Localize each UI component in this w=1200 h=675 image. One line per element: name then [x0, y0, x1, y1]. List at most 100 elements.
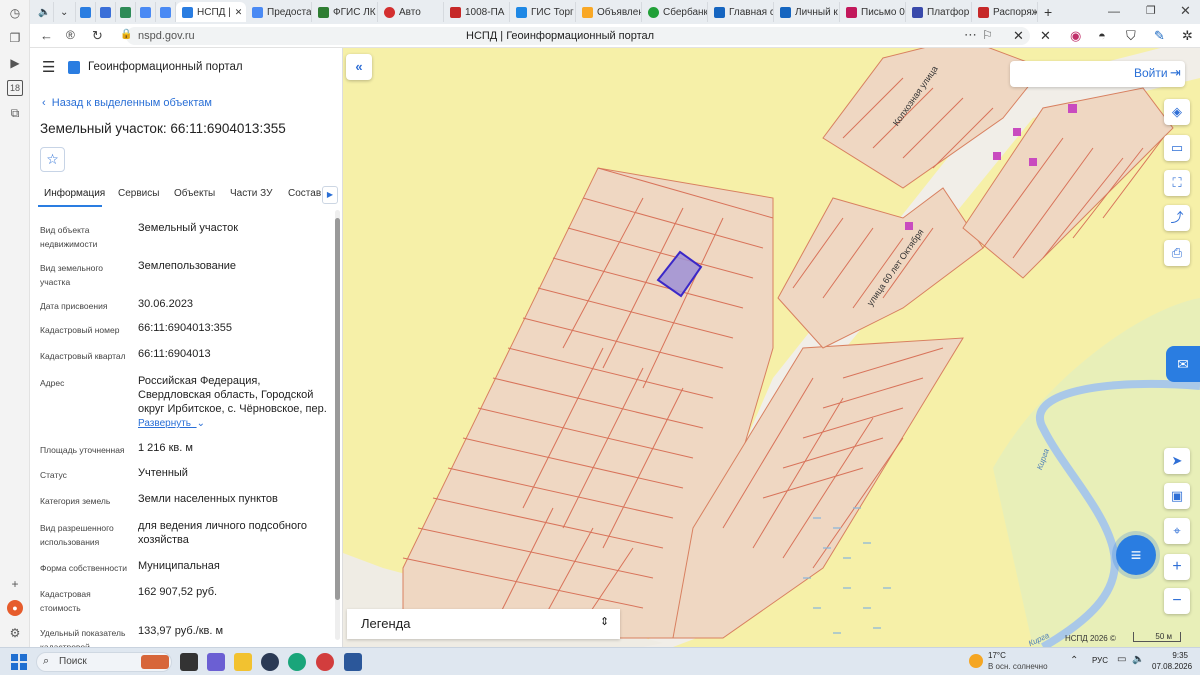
pinned-tab-4[interactable] — [136, 2, 156, 22]
tab-5[interactable]: 1008-ПА — [444, 2, 510, 22]
chat-assistant-button[interactable]: ≡ — [1116, 535, 1156, 575]
word-icon[interactable] — [344, 653, 362, 671]
tab-info[interactable]: Информация — [44, 188, 105, 199]
network-icon[interactable]: ▭ — [1117, 654, 1126, 665]
pinned-tab-5[interactable] — [156, 2, 176, 22]
tab-sound[interactable]: 🔈 — [32, 2, 54, 22]
map-search-button[interactable]: ⌖ — [1164, 518, 1190, 544]
feedback-tab[interactable]: ✉ — [1166, 346, 1200, 382]
back-icon[interactable]: ← — [40, 28, 53, 43]
field-value: Земли населенных пунктов — [138, 493, 278, 505]
close-icon[interactable]: ✕ — [235, 7, 243, 18]
volume-icon[interactable]: 🔈 — [1132, 654, 1144, 665]
tab-12[interactable]: Платфор — [906, 2, 972, 22]
bookmark-icon[interactable]: ⚐ — [982, 28, 993, 42]
extensions-icon[interactable]: ✲ — [1182, 28, 1193, 44]
tab-list-button[interactable]: ⌄ — [54, 2, 76, 22]
teams-icon[interactable] — [207, 653, 225, 671]
tab-13[interactable]: Распоряж — [972, 2, 1038, 22]
back-link-label: Назад к выделенным объектам — [51, 97, 212, 109]
pinned-tab-2[interactable] — [96, 2, 116, 22]
measure-button[interactable]: ▭ — [1164, 135, 1190, 161]
history-icon[interactable]: ◷ — [7, 5, 23, 21]
weather-desc[interactable]: В осн. солнечно — [988, 662, 1048, 671]
expand-address-link[interactable]: Развернуть ⌄ — [138, 418, 205, 429]
map-mode-button[interactable]: ▣ — [1164, 483, 1190, 509]
screenshot-icon[interactable]: ⧉ — [7, 105, 23, 121]
geolocation-button[interactable]: ➤ — [1164, 448, 1190, 474]
extension-6-icon[interactable]: ✎ — [1154, 28, 1165, 44]
zoom-in-button[interactable]: + — [1164, 554, 1190, 580]
taskbar-search[interactable]: ⌕ Поиск — [36, 652, 172, 672]
more-icon[interactable]: ⋯ — [964, 27, 977, 43]
tab-11[interactable]: Письмо 0 — [840, 2, 906, 22]
windows-start-icon[interactable] — [11, 654, 27, 670]
weather-temp[interactable]: 17°C — [988, 651, 1006, 660]
calendar-icon[interactable]: 18 — [7, 80, 23, 96]
portal-logo-icon — [68, 61, 80, 74]
yandex-browser-icon[interactable] — [261, 653, 279, 671]
tab-4[interactable]: Авто — [378, 2, 444, 22]
collections-icon[interactable]: ❐ — [7, 30, 23, 46]
reading-icon[interactable]: ® — [66, 28, 75, 42]
maximize-button[interactable]: ❐ — [1146, 4, 1156, 17]
extension-4-icon[interactable]: ◓ — [1098, 28, 1106, 43]
map-view[interactable]: Колхозная улица улица 60 лет Октября Кир… — [343, 48, 1200, 647]
clock-time[interactable]: 9:35 — [1152, 651, 1188, 660]
legend-panel[interactable]: Легенда ⇕ — [347, 609, 620, 639]
share-button[interactable]: ⤴ — [1164, 205, 1190, 231]
tab-objects[interactable]: Объекты — [174, 188, 215, 199]
refresh-icon[interactable]: ↻ — [92, 28, 103, 44]
select-area-button[interactable]: ⛶ — [1164, 170, 1190, 196]
clock-date[interactable]: 07.08.2026 — [1152, 662, 1192, 671]
site-favicon — [846, 6, 857, 18]
panel-scrollbar[interactable] — [335, 210, 340, 640]
tab-2[interactable]: Предоста — [246, 2, 312, 22]
window-close-button[interactable]: ✕ — [1180, 3, 1191, 19]
tab-3[interactable]: ФГИС ЛК — [312, 2, 378, 22]
pinned-favicon — [100, 6, 111, 18]
minimize-button[interactable]: — — [1108, 4, 1120, 18]
print-button[interactable]: ⎙ — [1164, 240, 1190, 266]
tab-8[interactable]: Сбербанк — [642, 2, 708, 22]
task-view-icon[interactable] — [180, 653, 198, 671]
extension-1-icon[interactable]: ✕ — [1013, 28, 1024, 44]
tab-7[interactable]: Объявлен — [576, 2, 642, 22]
extension-icon[interactable]: ● — [7, 600, 23, 616]
media-icon[interactable]: ▶ — [7, 55, 23, 71]
new-tab-button[interactable]: + — [1038, 2, 1060, 22]
field-value: Землепользование — [138, 260, 237, 272]
language-indicator[interactable]: РУС — [1092, 656, 1108, 665]
layers-button[interactable]: ◈ — [1164, 99, 1190, 125]
legend-label: Легенда — [361, 616, 411, 631]
tab-label: Объявлен — [597, 6, 642, 18]
extension-2-icon[interactable]: ✕ — [1040, 28, 1051, 44]
tray-chevron-up-icon[interactable]: ⌃ — [1070, 655, 1078, 666]
tab-nspd[interactable]: НСПД | ✕ — [176, 2, 246, 22]
tab-parts[interactable]: Части ЗУ — [230, 188, 272, 199]
zoom-out-button[interactable]: − — [1164, 588, 1190, 614]
pinned-tab-1[interactable] — [76, 2, 96, 22]
sidebar-settings-icon[interactable]: ⚙ — [7, 625, 23, 641]
extension-3-icon[interactable]: ◉ — [1070, 28, 1081, 44]
extension-5-icon[interactable]: ⛉ — [1126, 28, 1136, 44]
tab-10[interactable]: Личный к — [774, 2, 840, 22]
scrollbar-thumb[interactable] — [335, 218, 340, 600]
tab-9[interactable]: Главная с — [708, 2, 774, 22]
file-explorer-icon[interactable] — [234, 653, 252, 671]
back-link[interactable]: ‹ Назад к выделенным объектам — [42, 97, 212, 109]
site-favicon — [516, 6, 527, 18]
tabs-scroll-right-button[interactable]: ▶ — [322, 186, 338, 204]
edge-icon[interactable] — [288, 653, 306, 671]
add-icon[interactable]: + — [7, 576, 23, 592]
app-icon[interactable] — [316, 653, 334, 671]
favorite-star-button[interactable]: ☆ — [40, 147, 65, 172]
hamburger-menu-icon[interactable]: ☰ — [42, 60, 55, 75]
url-field[interactable]: 🔒 nspd.gov.ru НСПД | Геоинформационный п… — [120, 27, 1030, 45]
collapse-panel-button[interactable]: « — [346, 54, 372, 80]
login-button[interactable]: Войти ⇥ — [1010, 61, 1185, 87]
tab-6[interactable]: ГИС Торг — [510, 2, 576, 22]
pinned-tab-3[interactable] — [116, 2, 136, 22]
tab-composition[interactable]: Состав — [288, 188, 321, 199]
tab-services[interactable]: Сервисы — [118, 188, 159, 199]
